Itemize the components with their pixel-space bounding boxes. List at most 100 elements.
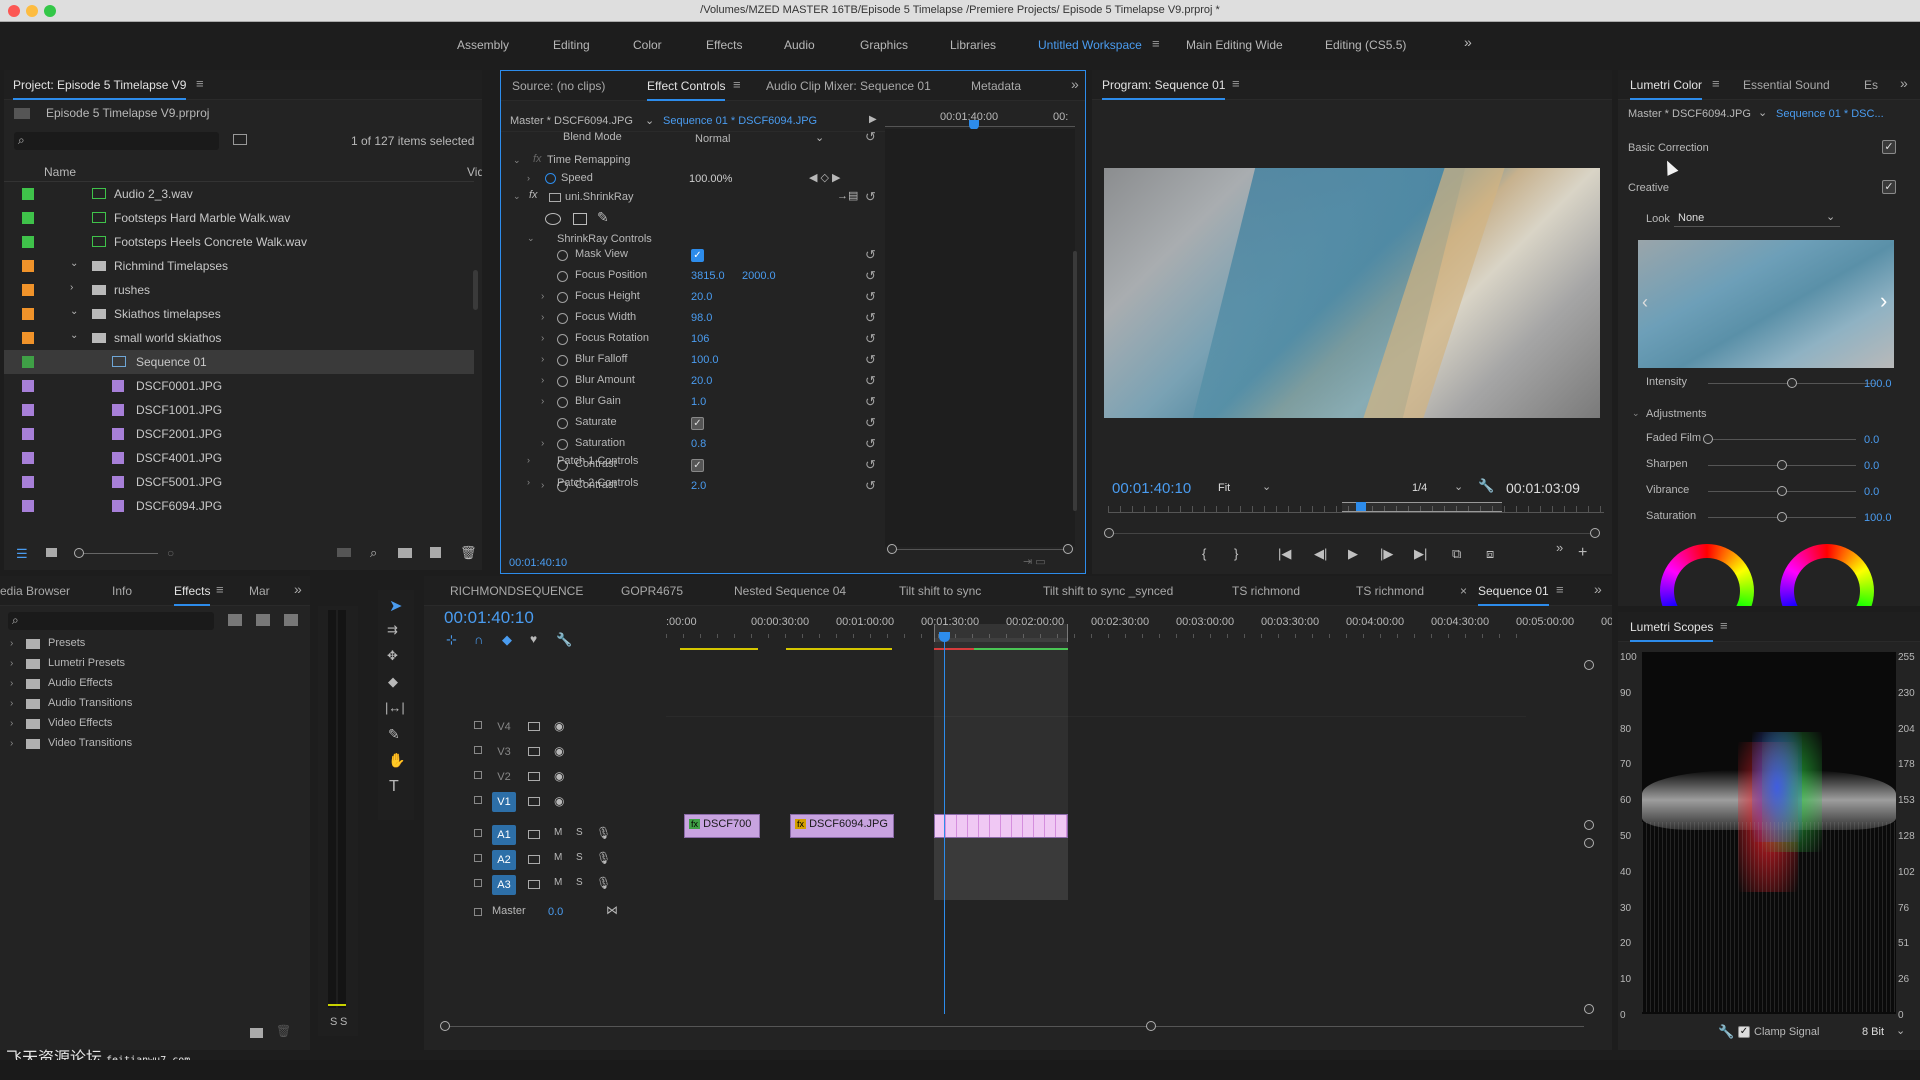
effects-overflow-icon[interactable]: » [294,581,302,597]
project-item-row[interactable]: DSCF2001.JPG [4,422,474,446]
scopes-menu-icon[interactable]: ≡ [1720,618,1728,633]
param-toggle-icon[interactable]: › [541,312,544,323]
timeline-playhead[interactable] [944,634,945,1014]
timeline-vscroll-bottom[interactable] [1584,1004,1594,1014]
param-reset-icon[interactable]: ↺ [865,268,876,284]
speed-value[interactable]: 100.00% [689,173,732,185]
program-overflow-icon[interactable]: » [1556,540,1563,555]
program-zoom-right[interactable] [1590,528,1600,538]
audio-track-label[interactable]: A2 [492,850,516,870]
eye-icon[interactable]: ◉ [554,719,564,733]
program-menu-icon[interactable]: ≡ [1232,76,1240,91]
clip-dscf700[interactable]: fx DSCF700 [684,814,760,838]
pen-tool-icon[interactable]: ✎ [388,726,400,743]
ws-menu-icon[interactable]: ≡ [1152,36,1160,51]
blend-reset-icon[interactable]: ↺ [865,129,876,145]
bit-depth-chevron-icon[interactable]: ⌄ [1896,1024,1905,1037]
scopes-settings-icon[interactable]: 🔧 [1718,1024,1734,1040]
seq-tab-7[interactable]: TS richmond [1356,584,1424,598]
32bit-effects-icon[interactable] [256,614,270,626]
effect-toggle-icon[interactable]: ⌄ [513,191,521,202]
effects-folder-toggle-icon[interactable]: › [10,678,13,689]
patch2-toggle-icon[interactable]: › [527,477,530,487]
project-item-row[interactable]: Sequence 01 [4,350,474,374]
play-icon[interactable]: ▶ [1348,546,1358,562]
col-name[interactable]: Name [44,165,76,179]
clip-dscf6094[interactable]: fx DSCF6094.JPG [790,814,894,838]
program-scrub-bar[interactable] [1108,512,1604,513]
audio-sync-lock-icon[interactable] [528,880,540,889]
param-value[interactable]: 3815.0 [691,270,725,282]
track-label[interactable]: V3 [492,742,516,762]
ec-sequence-label[interactable]: Sequence 01 * DSCF6094.JPG [663,115,817,127]
effects-folder-toggle-icon[interactable]: › [10,718,13,729]
seq-tab-4[interactable]: Tilt shift to sync [899,584,981,598]
param-reset-icon[interactable]: ↺ [865,457,876,473]
program-zoom-left[interactable] [1104,528,1114,538]
track-lock-icon[interactable] [474,771,482,779]
go-to-in-icon[interactable]: |◀ [1278,546,1291,562]
speed-stopwatch-icon[interactable] [545,173,556,184]
param-stopwatch-icon[interactable] [557,292,568,303]
program-video-frame[interactable] [1104,168,1600,418]
solo-icon[interactable]: S [576,877,583,888]
ws-main-editing-wide[interactable]: Main Editing Wide [1186,38,1283,52]
effects-folder-label[interactable]: Video Transitions [48,737,132,749]
seq-tab-5[interactable]: Tilt shift to sync _synced [1043,584,1173,598]
tab-effects[interactable]: Effects [174,584,211,606]
param-value[interactable]: 100.0 [691,354,719,366]
hand-tool-icon[interactable]: ✋ [388,752,405,769]
folder-toggle-icon[interactable]: ⌄ [70,330,78,341]
param-reset-icon[interactable]: ↺ [865,478,876,494]
speed-toggle-icon[interactable]: › [527,173,530,183]
slider-track[interactable] [1708,439,1856,440]
effects-folder-label[interactable]: Audio Effects [48,677,113,689]
effects-folder-label[interactable]: Presets [48,637,85,649]
effects-search-field[interactable]: ⌕ [8,612,214,630]
ws-editing-cs55[interactable]: Editing (CS5.5) [1325,38,1406,52]
pen-mask-icon[interactable]: ✎ [597,209,609,226]
mute-icon[interactable]: M [554,827,562,838]
param-toggle-icon[interactable]: › [541,333,544,344]
timeline-vscroll-mid[interactable] [1584,820,1594,830]
param-value[interactable]: 20.0 [691,291,712,303]
timeline-ruler[interactable]: :00:00 00:00:30:00 00:01:00:00 00:01:30:00 0… [666,614,1612,634]
lumetri-overflow-icon[interactable]: » [1900,75,1908,91]
ellipse-mask-icon[interactable] [545,213,561,225]
tab-media-browser[interactable]: edia Browser [0,584,70,598]
seq-tab-2[interactable]: GOPR4675 [621,584,683,598]
scopes-title[interactable]: Lumetri Scopes [1630,620,1714,642]
param-stopwatch-icon[interactable] [557,376,568,387]
meter-solo-right[interactable]: S [340,1016,347,1028]
param-toggle-icon[interactable]: › [541,375,544,386]
ec-overflow-icon[interactable]: » [1071,76,1079,92]
track-label[interactable]: V2 [492,767,516,787]
param-reset-icon[interactable]: ↺ [865,436,876,452]
program-playhead[interactable] [1356,502,1366,511]
razor-tool-icon[interactable]: ◆ [388,674,398,690]
tab-effect-controls[interactable]: Effect Controls [647,79,726,101]
color-wheel-2[interactable] [1780,544,1874,606]
project-item-row[interactable]: Footsteps Heels Concrete Walk.wav [4,230,474,254]
extract-icon[interactable]: ⧈ [1486,546,1494,562]
param-stopwatch-icon[interactable] [557,418,568,429]
seq-tab-1[interactable]: RICHMONDSEQUENCE [450,584,583,598]
time-remap-toggle-icon[interactable]: ⌄ [513,155,521,166]
clamp-signal-checkbox[interactable]: ✓ [1738,1026,1750,1038]
new-bin-folder-icon[interactable] [250,1028,263,1038]
param-stopwatch-icon[interactable] [557,313,568,324]
track-lock-icon[interactable] [474,721,482,729]
project-item-row[interactable]: ⌄ Richmind Timelapses [4,254,474,278]
param-toggle-icon[interactable]: › [541,396,544,407]
project-item-row[interactable]: DSCF1001.JPG [4,398,474,422]
lift-icon[interactable]: ⧉ [1452,546,1461,562]
marker-icon[interactable]: ♥ [530,632,537,646]
project-scrollbar[interactable] [473,270,478,310]
resolution-dropdown[interactable]: 1/4 [1412,482,1427,494]
effects-folder-toggle-icon[interactable]: › [10,698,13,709]
param-reset-icon[interactable]: ↺ [865,373,876,389]
meter-solo-left[interactable]: S [330,1016,337,1028]
clip-sequence-frames[interactable] [934,814,1068,838]
param-value[interactable]: 0.8 [691,438,706,450]
ws-audio[interactable]: Audio [784,38,815,52]
